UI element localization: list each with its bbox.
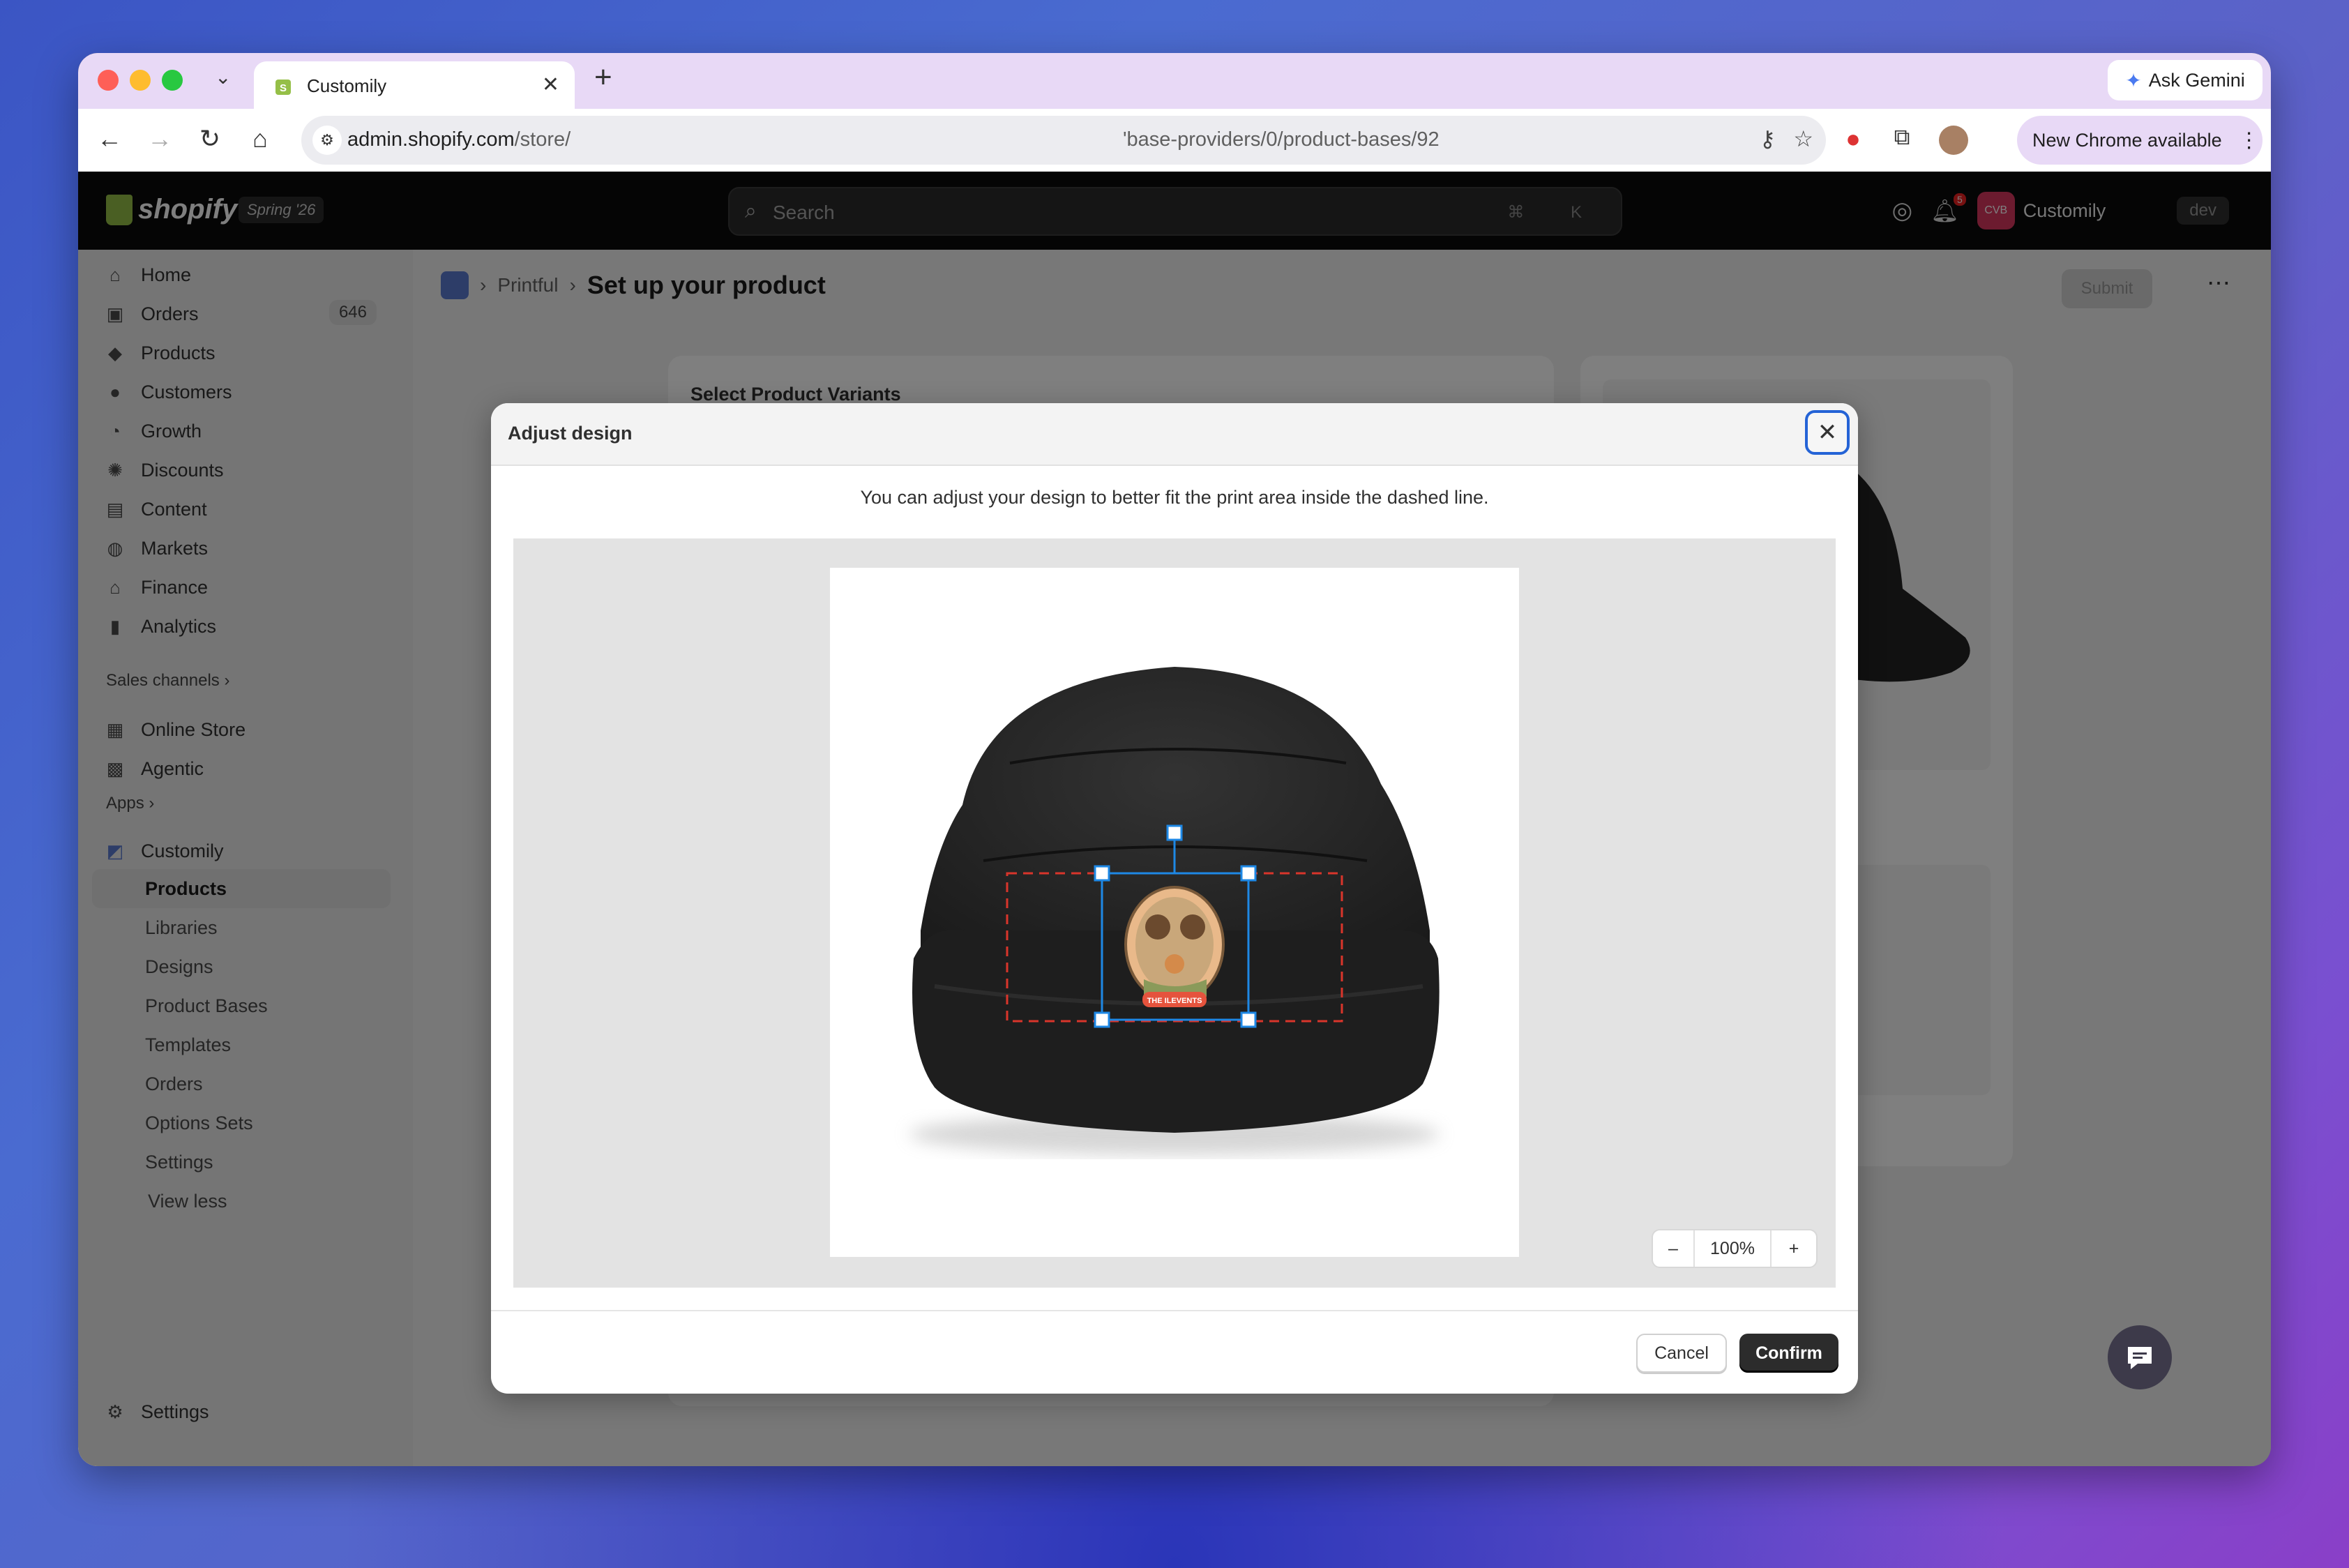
minimize-window-button[interactable] bbox=[130, 70, 151, 91]
zoom-in-button[interactable]: + bbox=[1772, 1230, 1816, 1267]
tab-search-chevron-icon[interactable]: ⌄ bbox=[215, 66, 231, 89]
tab-strip: ⌄ S Customily ✕ + ✦ Ask Gemini bbox=[78, 53, 2271, 109]
url-path: /store/ bbox=[514, 128, 571, 151]
gemini-sparkle-icon: ✦ bbox=[2125, 69, 2142, 91]
rotate-handle[interactable] bbox=[1166, 824, 1183, 841]
zoom-level: 100% bbox=[1695, 1230, 1772, 1267]
bookmark-star-icon[interactable]: ☆ bbox=[1793, 126, 1813, 152]
maximize-window-button[interactable] bbox=[162, 70, 183, 91]
close-icon: ✕ bbox=[1817, 419, 1838, 446]
url-host: admin.shopify.com bbox=[347, 128, 515, 151]
close-window-button[interactable] bbox=[98, 70, 119, 91]
tab-customily[interactable]: S Customily ✕ bbox=[254, 61, 575, 109]
new-chrome-label: New Chrome available bbox=[2032, 129, 2222, 151]
modal-footer-divider bbox=[491, 1310, 1858, 1311]
ask-gemini-label: Ask Gemini bbox=[2148, 69, 2245, 91]
password-key-icon[interactable]: ⚷ bbox=[1760, 126, 1776, 152]
modal-header: Adjust design ✕ bbox=[491, 403, 1858, 466]
zoom-out-button[interactable]: – bbox=[1653, 1230, 1695, 1267]
extension-icon[interactable]: ● bbox=[1836, 124, 1871, 153]
url-tail: 'base-providers/0/product-bases/92 bbox=[1123, 128, 1440, 151]
confirm-button[interactable]: Confirm bbox=[1739, 1334, 1838, 1373]
shopify-favicon-icon: S bbox=[275, 80, 291, 95]
cancel-button[interactable]: Cancel bbox=[1636, 1334, 1727, 1373]
chat-icon bbox=[2128, 1347, 2152, 1369]
browser-toolbar: ← → ↻ ⌂ ⚙ admin.shopify.com/store/ 'base… bbox=[78, 109, 2271, 172]
ask-gemini-button[interactable]: ✦ Ask Gemini bbox=[2108, 60, 2263, 100]
profile-avatar[interactable] bbox=[1936, 124, 1971, 156]
tab-close-icon[interactable]: ✕ bbox=[542, 73, 559, 97]
site-info-icon[interactable]: ⚙ bbox=[312, 126, 342, 155]
modal-instruction: You can adjust your design to better fit… bbox=[860, 487, 1489, 508]
extensions-puzzle-icon[interactable]: ⧉ bbox=[1885, 124, 1919, 151]
resize-handle-top-left[interactable] bbox=[1094, 865, 1110, 882]
resize-handle-bottom-right[interactable] bbox=[1240, 1011, 1257, 1028]
back-arrow-icon[interactable]: ← bbox=[92, 124, 127, 153]
product-mockup: THE ILEVENTS bbox=[830, 568, 1519, 1257]
home-icon[interactable]: ⌂ bbox=[243, 124, 278, 153]
chat-bubble-button[interactable] bbox=[2108, 1325, 2172, 1389]
new-tab-button[interactable]: + bbox=[594, 60, 612, 95]
resize-handle-bottom-left[interactable] bbox=[1094, 1011, 1110, 1028]
kebab-menu-icon[interactable]: ⋮ bbox=[2239, 128, 2260, 153]
resize-handle-top-right[interactable] bbox=[1240, 865, 1257, 882]
new-chrome-available-button[interactable]: New Chrome available ⋮ bbox=[2017, 116, 2263, 165]
zoom-control: – 100% + bbox=[1652, 1229, 1818, 1268]
forward-arrow-icon[interactable]: → bbox=[142, 124, 177, 153]
design-canvas[interactable]: THE ILEVENTS – 100% + bbox=[513, 538, 1836, 1288]
adjust-design-modal: Adjust design ✕ You can adjust your desi… bbox=[491, 403, 1858, 1394]
svg-text:S: S bbox=[280, 82, 287, 94]
tab-title: Customily bbox=[307, 75, 387, 96]
browser-window: ⌄ S Customily ✕ + ✦ Ask Gemini ← → ↻ ⌂ ⚙… bbox=[78, 53, 2271, 1466]
address-bar[interactable]: ⚙ admin.shopify.com/store/ 'base-provide… bbox=[301, 116, 1826, 165]
modal-close-button[interactable]: ✕ bbox=[1805, 410, 1850, 455]
design-caption: THE ILEVENTS bbox=[1147, 997, 1202, 1005]
cap-mockup-image: THE ILEVENTS bbox=[909, 667, 1440, 1155]
reload-icon[interactable]: ↻ bbox=[192, 124, 227, 153]
modal-title: Adjust design bbox=[508, 423, 633, 444]
url-text: admin.shopify.com/store/ bbox=[347, 128, 571, 151]
